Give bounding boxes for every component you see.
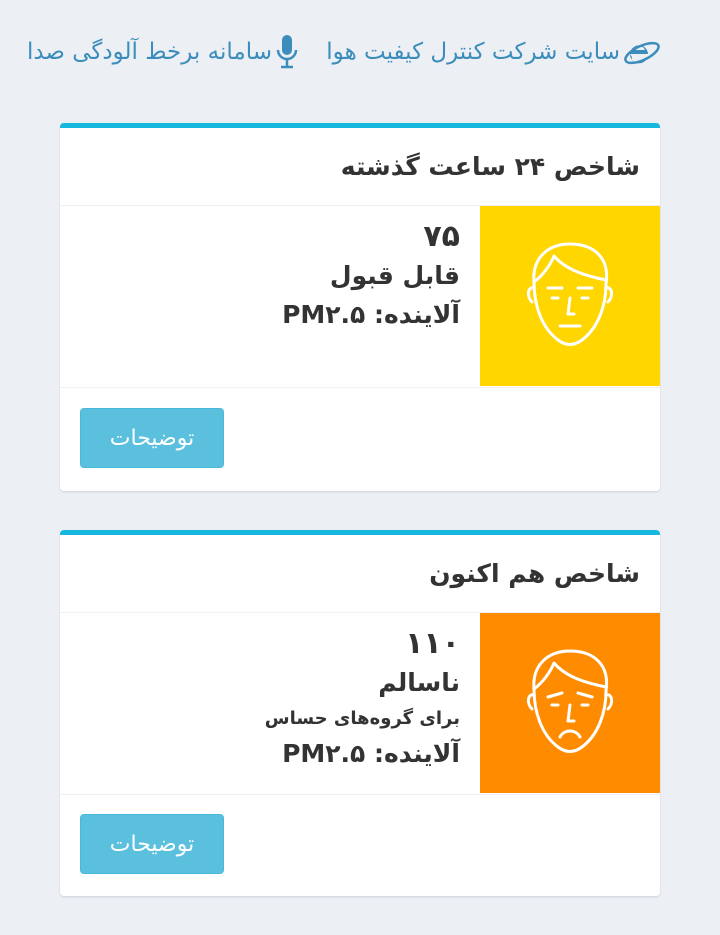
aqi-status: قابل قبول (329, 261, 460, 290)
description-button[interactable]: توضیحات (80, 814, 224, 874)
aqi-sub-status: برای گروه‌های حساس (264, 708, 460, 729)
aqi-status: ناسالم (378, 668, 460, 697)
aqi-now-card: شاخص هم اکنون ۱۱۰ (60, 530, 660, 896)
aqi-info: ۷۵ قابل قبول آلاینده: PM۲.۵ (282, 218, 460, 334)
card-header: شاخص ۲۴ ساعت گذشته (60, 128, 660, 206)
card-title: شاخص هم اکنون (429, 559, 640, 588)
internet-explorer-icon (624, 41, 660, 65)
aqi-pollutant: آلاینده: PM۲.۵ (282, 739, 460, 768)
card-header: شاخص هم اکنون (60, 535, 660, 613)
top-links: سایت شرکت کنترل کیفیت هوا سامانه برخط آل… (0, 0, 720, 110)
microphone-icon (276, 35, 298, 69)
air-quality-company-link-label: سایت شرکت کنترل کیفیت هوا (326, 39, 620, 65)
card-title: شاخص ۲۴ ساعت گذشته (340, 152, 640, 181)
aqi-value: ۷۵ (423, 219, 460, 254)
aqi-pollutant: آلاینده: PM۲.۵ (282, 300, 460, 329)
aqi-value: ۱۱۰ (405, 626, 460, 661)
air-quality-company-link[interactable]: سایت شرکت کنترل کیفیت هوا (326, 30, 662, 74)
card-body: ۷۵ قابل قبول آلاینده: PM۲.۵ (60, 206, 660, 388)
noise-pollution-system-link-label: سامانه برخط آلودگی صدا (26, 39, 272, 65)
aqi-face-box (480, 613, 660, 793)
neutral-face-icon (526, 242, 614, 346)
noise-pollution-system-link[interactable]: سامانه برخط آلودگی صدا (27, 30, 300, 74)
aqi-info: ۱۱۰ ناسالم برای گروه‌های حساس آلاینده: P… (265, 625, 460, 773)
aqi-24h-card: شاخص ۲۴ ساعت گذشته ۷۵ قابل قبول آلاینده:… (60, 123, 660, 491)
aqi-face-box (480, 206, 660, 386)
description-button[interactable]: توضیحات (80, 408, 224, 468)
sad-face-icon (526, 649, 614, 753)
card-body: ۱۱۰ ناسالم برای گروه‌های حساس آلاینده: P… (60, 613, 660, 795)
